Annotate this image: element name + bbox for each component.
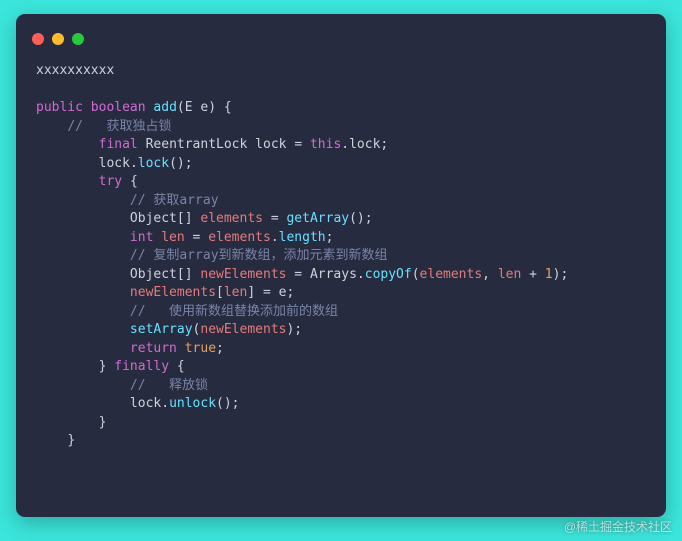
- kw-finally: finally: [114, 359, 169, 374]
- var-newelements: newElements: [200, 267, 286, 282]
- type-E: E: [185, 100, 193, 115]
- kw-boolean: boolean: [91, 100, 146, 115]
- kw-public: public: [36, 100, 83, 115]
- fn-add: add: [153, 100, 176, 115]
- var-lock-3: lock: [130, 396, 161, 411]
- bool-true: true: [185, 341, 216, 356]
- code-window: xxxxxxxxxx public boolean add(E e) { // …: [16, 14, 666, 517]
- var-len-3: len: [224, 285, 247, 300]
- num-1: 1: [545, 267, 553, 282]
- close-icon[interactable]: [32, 33, 44, 45]
- var-elements-3: elements: [420, 267, 483, 282]
- minimize-icon[interactable]: [52, 33, 64, 45]
- comment-release: // 释放锁: [130, 378, 208, 393]
- var-elements: elements: [200, 211, 263, 226]
- fn-setarray: setArray: [130, 322, 193, 337]
- kw-this: this: [310, 137, 341, 152]
- fn-unlock: unlock: [169, 396, 216, 411]
- comment-replace: // 使用新数组替换添加前的数组: [130, 304, 338, 319]
- window-titlebar: [16, 14, 666, 54]
- type-reentrantlock: ReentrantLock: [146, 137, 248, 152]
- comment-get-array: // 获取array: [130, 193, 219, 208]
- var-lock-2: lock: [99, 156, 130, 171]
- kw-final: final: [99, 137, 138, 152]
- code-text: xxxxxxxxxx: [36, 63, 114, 78]
- type-object-1: Object: [130, 211, 177, 226]
- var-len-2: len: [498, 267, 521, 282]
- comment-copy: // 复制array到新数组，添加元素到新数组: [130, 248, 388, 263]
- fn-lock: lock: [138, 156, 169, 171]
- kw-return: return: [130, 341, 177, 356]
- cls-arrays: Arrays: [310, 267, 357, 282]
- fn-copyof: copyOf: [365, 267, 412, 282]
- code-block: xxxxxxxxxx public boolean add(E e) { // …: [16, 54, 666, 463]
- type-object-2: Object: [130, 267, 177, 282]
- var-elements-2: elements: [208, 230, 271, 245]
- fn-getarray: getArray: [286, 211, 349, 226]
- kw-int: int: [130, 230, 153, 245]
- var-newelements-2: newElements: [130, 285, 216, 300]
- kw-try: try: [99, 174, 122, 189]
- var-lock: lock: [255, 137, 286, 152]
- field-lock: lock: [349, 137, 380, 152]
- maximize-icon[interactable]: [72, 33, 84, 45]
- var-len: len: [161, 230, 184, 245]
- watermark-text: @稀土掘金技术社区: [564, 518, 672, 535]
- prop-length: length: [279, 230, 326, 245]
- var-newelements-3: newElements: [200, 322, 286, 337]
- comment-acquire-lock: // 获取独占锁: [67, 119, 171, 134]
